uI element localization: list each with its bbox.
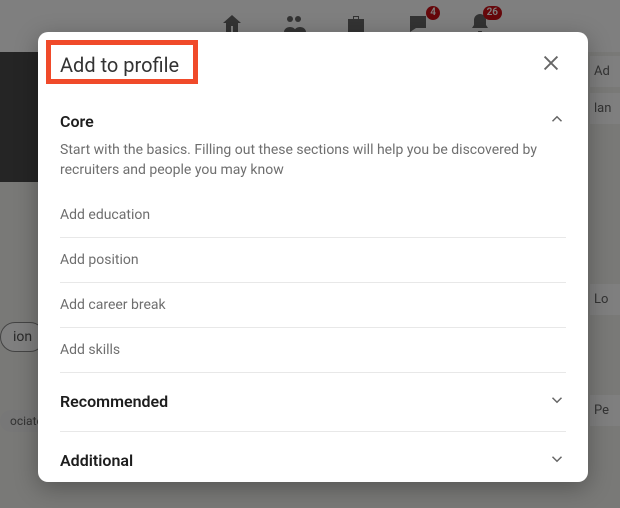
section-core-description: Start with the basics. Filling out these… (60, 140, 566, 193)
section-recommended[interactable]: Recommended (60, 372, 566, 431)
add-career-break-item[interactable]: Add career break (60, 283, 566, 328)
modal-title: Add to profile (60, 53, 179, 77)
section-core-title: Core (60, 112, 94, 131)
chevron-down-icon (548, 450, 566, 472)
add-education-item[interactable]: Add education (60, 193, 566, 238)
add-skills-item[interactable]: Add skills (60, 328, 566, 372)
close-button[interactable] (536, 48, 566, 82)
section-core: Core Start with the basics. Filling out … (60, 94, 566, 372)
add-position-item[interactable]: Add position (60, 238, 566, 283)
section-additional[interactable]: Additional (60, 431, 566, 482)
modal-header: Add to profile (38, 32, 588, 94)
section-core-header[interactable]: Core (60, 94, 566, 140)
chevron-down-icon (548, 391, 566, 413)
add-to-profile-modal: Add to profile Core Start with the basic… (38, 32, 588, 482)
close-icon (540, 52, 562, 74)
section-recommended-title: Recommended (60, 392, 168, 411)
chevron-up-icon (548, 110, 566, 132)
section-additional-title: Additional (60, 451, 133, 470)
modal-body: Core Start with the basics. Filling out … (38, 94, 588, 482)
